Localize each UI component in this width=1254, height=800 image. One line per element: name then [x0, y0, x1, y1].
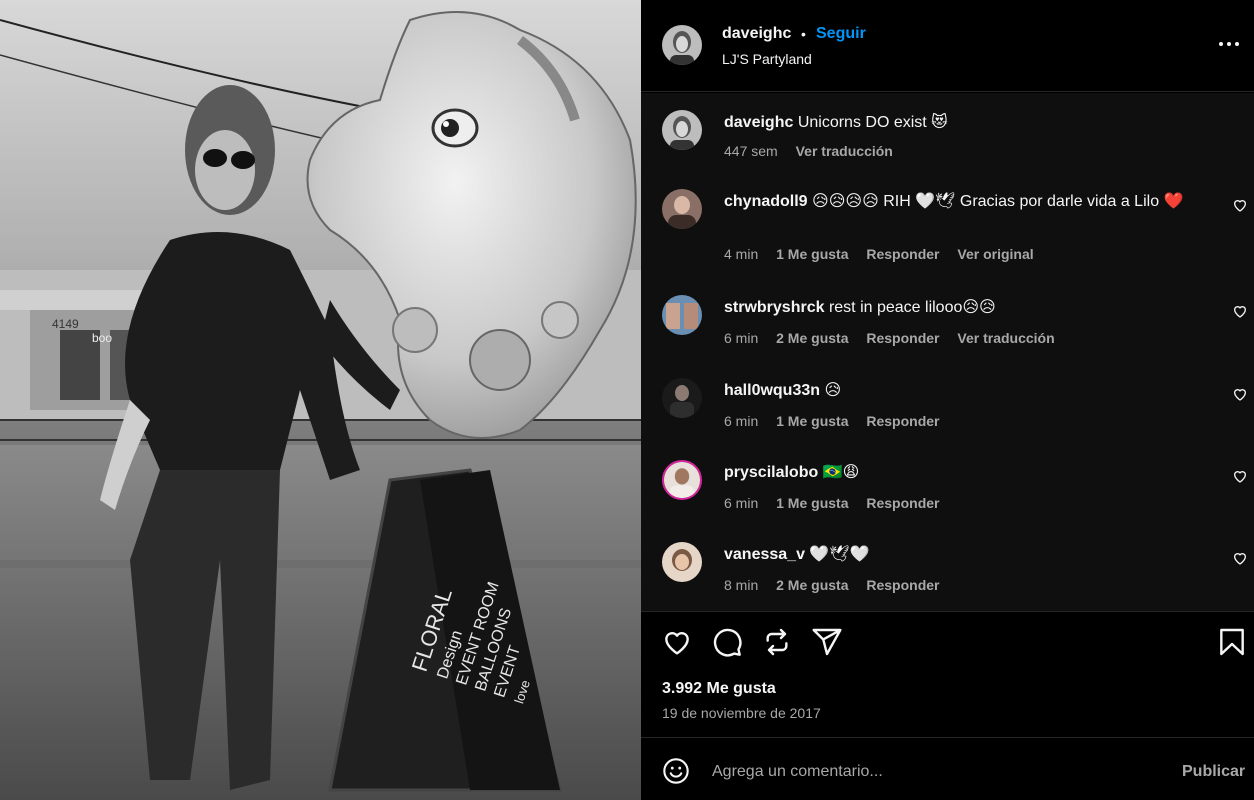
comment-like-heart-icon[interactable]	[1232, 468, 1248, 484]
caption-text-row: daveighc Unicorns DO exist 😻	[724, 112, 1219, 134]
caption-translate-button[interactable]: Ver traducción	[796, 143, 893, 159]
header-separator: •	[801, 26, 806, 42]
post-header: daveighc • Seguir LJ'S Partyland	[641, 0, 1254, 92]
comment-time[interactable]: 6 min	[724, 413, 758, 429]
comment-meta: 6 min 1 Me gusta Responder	[724, 413, 954, 429]
reply-button[interactable]: Responder	[866, 577, 939, 593]
likes-count[interactable]: 3.992 Me gusta	[662, 680, 776, 698]
comment-avatar[interactable]	[662, 295, 702, 335]
storefront-sign: boo	[92, 331, 112, 345]
comment-username[interactable]: vanessa_v	[724, 546, 805, 563]
comment-text-row: hall0wqu33n 😥	[724, 380, 1219, 402]
comment-time[interactable]: 6 min	[724, 330, 758, 346]
comment-username[interactable]: hall0wqu33n	[724, 382, 820, 399]
comment-icon[interactable]	[711, 626, 743, 658]
reply-button[interactable]: Responder	[866, 495, 939, 511]
publish-button[interactable]: Publicar	[1182, 763, 1245, 781]
comment-meta: 6 min 1 Me gusta Responder	[724, 495, 954, 511]
comment-username[interactable]: chynadoll9	[724, 193, 808, 210]
post-photo[interactable]: 4149 boo FLORAL Design EVENT ROOM BALLOO…	[0, 0, 641, 800]
follow-button[interactable]: Seguir	[816, 25, 866, 43]
comment-time[interactable]: 8 min	[724, 577, 758, 593]
reply-button[interactable]: Responder	[866, 330, 939, 346]
comment-time[interactable]: 6 min	[724, 495, 758, 511]
comment-composer: Publicar	[641, 737, 1254, 800]
comment-likes-button[interactable]: 1 Me gusta	[776, 413, 848, 429]
reply-button[interactable]: Responder	[866, 413, 939, 429]
comment-avatar[interactable]	[662, 189, 702, 229]
more-horizontal-icon[interactable]	[1219, 36, 1243, 52]
caption-time[interactable]: 447 sem	[724, 143, 778, 159]
comment-text-row: strwbryshrck rest in peace lilooo😥😥	[724, 297, 1219, 319]
comment-text-row: pryscilalobo 🇧🇷😩	[724, 462, 1219, 484]
post-photo-illustration: 4149 boo FLORAL Design EVENT ROOM BALLOO…	[0, 0, 641, 800]
caption-text: Unicorns DO exist 😻	[797, 114, 948, 131]
comment-like-heart-icon[interactable]	[1232, 197, 1248, 213]
reply-button[interactable]: Responder	[866, 246, 939, 262]
comment-time[interactable]: 4 min	[724, 246, 758, 262]
comment-like-heart-icon[interactable]	[1232, 386, 1248, 402]
comment-likes-button[interactable]: 2 Me gusta	[776, 330, 848, 346]
share-icon[interactable]	[811, 626, 843, 658]
post-actions: 3.992 Me gusta 19 de noviembre de 2017	[641, 611, 1254, 737]
comment-text: 😥😥😥😥 RIH 🤍🕊 Gracias por darle vida a Lil…	[812, 193, 1184, 210]
post-details-panel: daveighc • Seguir LJ'S Partyland daveigh…	[641, 0, 1254, 800]
post-location[interactable]: LJ'S Partyland	[722, 51, 812, 67]
repost-icon[interactable]	[761, 626, 793, 658]
see-original-button[interactable]: Ver original	[957, 246, 1033, 262]
comment-text: 😥	[824, 382, 842, 399]
comment-text-row: chynadoll9 😥😥😥😥 RIH 🤍🕊 Gracias por darle…	[724, 191, 1219, 213]
emoji-icon[interactable]	[662, 757, 690, 785]
comment-username[interactable]: pryscilalobo	[724, 464, 818, 481]
caption-meta: 447 sem Ver traducción	[724, 143, 907, 159]
comment-like-heart-icon[interactable]	[1232, 550, 1248, 566]
comment-username[interactable]: strwbryshrck	[724, 299, 825, 316]
comment-input[interactable]	[712, 760, 1152, 784]
comments-section[interactable]: daveighc Unicorns DO exist 😻 447 sem Ver…	[641, 93, 1254, 611]
author-username[interactable]: daveighc	[722, 25, 791, 43]
comment-like-heart-icon[interactable]	[1232, 303, 1248, 319]
translate-button[interactable]: Ver traducción	[957, 330, 1054, 346]
comment-text: 🇧🇷😩	[822, 464, 860, 481]
comment-text: rest in peace lilooo😥😥	[828, 299, 996, 316]
comment-meta: 6 min 2 Me gusta Responder Ver traducció…	[724, 330, 1069, 346]
comment-likes-button[interactable]: 2 Me gusta	[776, 577, 848, 593]
comment-avatar-story-ring[interactable]	[662, 460, 702, 500]
caption-username[interactable]: daveighc	[724, 114, 793, 131]
comment-likes-button[interactable]: 1 Me gusta	[776, 495, 848, 511]
comment-meta: 8 min 2 Me gusta Responder	[724, 577, 954, 593]
author-avatar[interactable]	[662, 25, 702, 65]
comment-likes-button[interactable]: 1 Me gusta	[776, 246, 848, 262]
bookmark-icon[interactable]	[1216, 626, 1248, 658]
post-date: 19 de noviembre de 2017	[662, 705, 821, 721]
comment-avatar[interactable]	[662, 378, 702, 418]
comment-avatar[interactable]	[662, 542, 702, 582]
storefront-number: 4149	[52, 317, 79, 331]
comment-text: 🤍🕊🤍	[809, 546, 870, 563]
heart-icon[interactable]	[661, 626, 693, 658]
comment-meta: 4 min 1 Me gusta Responder Ver original	[724, 246, 1048, 262]
caption-avatar[interactable]	[662, 110, 702, 150]
comment-text-row: vanessa_v 🤍🕊🤍	[724, 544, 1219, 566]
